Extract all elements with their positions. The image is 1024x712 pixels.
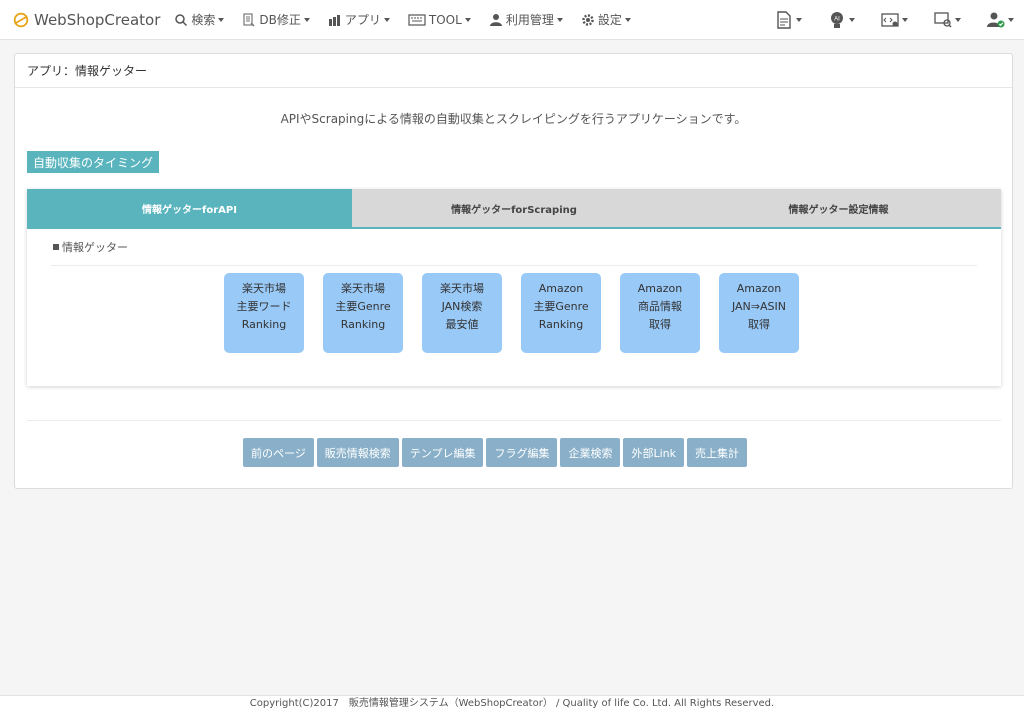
card-amazon-genre-ranking[interactable]: Amazon 主要Genre Ranking [521, 273, 601, 353]
nav-user-management[interactable]: 利用管理 [489, 11, 563, 28]
code-settings-menu[interactable] [881, 11, 908, 29]
card-line: JAN⇒ASIN [731, 300, 786, 313]
app-panel: アプリ：情報ゲッター APIやScrapingによる情報の自動収集とスクレイピン… [14, 53, 1013, 489]
section-label: 情報ゲッター [53, 239, 1001, 255]
nav-settings-label: 設定 [597, 13, 622, 27]
app-icon [328, 13, 342, 27]
top-navbar: WebShopCreator 検索 DB修正 アプリ TOOL 利用管理 設定 … [0, 0, 1024, 40]
sales-summary-button[interactable]: 売上集計 [686, 438, 747, 467]
nav-settings[interactable]: 設定 [581, 11, 631, 28]
card-rakuten-keyword-ranking[interactable]: 楽天市場 主要ワード Ranking [224, 273, 304, 353]
card-line: Ranking [538, 318, 584, 331]
card-rakuten-jan-lowest-price[interactable]: 楽天市場 JAN検索 最安値 [422, 273, 502, 353]
template-edit-button[interactable]: テンプレ編集 [401, 438, 484, 467]
document-menu[interactable] [775, 11, 802, 29]
brand[interactable]: WebShopCreator [12, 11, 160, 29]
nav-apps[interactable]: アプリ [328, 11, 390, 28]
card-line: 主要ワード [236, 300, 292, 313]
nav-db-edit-label: DB修正 [259, 13, 301, 27]
card-amazon-jan-to-asin[interactable]: Amazon JAN⇒ASIN 取得 [719, 273, 799, 353]
chevron-down-icon [218, 17, 225, 22]
account-menu[interactable] [987, 11, 1014, 29]
chevron-down-icon [1008, 18, 1014, 22]
chevron-down-icon [902, 18, 908, 22]
nav-search-label: 検索 [191, 13, 216, 27]
nav-apps-label: アプリ [344, 13, 381, 27]
action-button-row: 前のページ 販売情報検索 テンプレ編集 フラグ編集 企業検索 外部Link 売上… [243, 438, 750, 467]
card-line: Amazon [538, 282, 584, 295]
prev-page-button[interactable]: 前のページ [243, 438, 314, 467]
card-line: 取得 [649, 318, 671, 331]
card-line: 取得 [748, 318, 770, 331]
card-line: 楽天市場 [242, 282, 286, 295]
chevron-down-icon [796, 18, 802, 22]
app-card-list: 楽天市場 主要ワード Ranking 楽天市場 主要Genre Ranking … [224, 273, 818, 353]
nav-db-edit[interactable]: DB修正 [242, 11, 310, 28]
card-line: 最安値 [445, 318, 479, 331]
tab-container: 情報ゲッターforAPI 情報ゲッターforScraping 情報ゲッター設定情… [27, 189, 1001, 386]
user-icon [489, 13, 503, 27]
card-line: Ranking [340, 318, 386, 331]
nav-tool-label: TOOL [428, 12, 462, 27]
card-line: 主要Genre [533, 300, 589, 313]
brand-name: WebShopCreator [34, 10, 161, 29]
chevron-down-icon [464, 17, 471, 22]
card-amazon-product-info[interactable]: Amazon 商品情報 取得 [620, 273, 700, 353]
chat-search-icon [934, 12, 952, 28]
card-line: Amazon [637, 282, 683, 295]
chevron-down-icon [383, 17, 390, 22]
brand-logo-icon [13, 12, 29, 27]
chevron-down-icon [303, 17, 310, 22]
flag-edit-button[interactable]: フラグ編集 [486, 438, 558, 467]
card-line: JAN検索 [441, 300, 483, 313]
navbar-right: AI [749, 0, 1014, 40]
ai-bulb-icon: AI [831, 12, 843, 28]
card-line: 主要Genre [335, 300, 391, 313]
tab-for-scraping[interactable]: 情報ゲッターforScraping [352, 189, 676, 227]
card-line: 楽天市場 [440, 282, 484, 295]
card-rakuten-genre-ranking[interactable]: 楽天市場 主要Genre Ranking [323, 273, 403, 353]
svg-text:AI: AI [834, 17, 840, 23]
card-line: Amazon [736, 282, 782, 295]
gear-icon [581, 13, 595, 27]
chat-search-menu[interactable] [934, 11, 961, 29]
sales-search-button[interactable]: 販売情報検索 [316, 438, 399, 467]
ai-menu[interactable]: AI [828, 11, 855, 29]
keyboard-icon [408, 13, 426, 27]
code-settings-icon [881, 13, 899, 27]
panel-divider [27, 420, 1001, 421]
nav-search[interactable]: 検索 [174, 11, 225, 28]
document-icon [777, 11, 791, 29]
card-line: 楽天市場 [341, 282, 385, 295]
chevron-down-icon [849, 18, 855, 22]
footer-copyright: Copyright(C)2017 販売情報管理システム（WebShopCreat… [0, 695, 1024, 712]
card-line: 商品情報 [638, 300, 682, 313]
database-edit-icon [242, 12, 256, 27]
search-icon [174, 13, 188, 27]
user-check-icon [987, 12, 1005, 28]
auto-collection-timing-label[interactable]: 自動収集のタイミング [27, 151, 160, 173]
nav-tool[interactable]: TOOL [408, 13, 471, 27]
chevron-down-icon [624, 17, 631, 22]
chevron-down-icon [955, 18, 961, 22]
square-bullet-icon [53, 244, 59, 250]
tab-for-api[interactable]: 情報ゲッターforAPI [27, 189, 352, 227]
panel-heading: アプリ：情報ゲッター [15, 54, 1012, 88]
card-line: Ranking [241, 318, 287, 331]
chevron-down-icon [556, 17, 563, 22]
app-description: APIやScrapingによる情報の自動収集とスクレイピングを行うアプリケーショ… [280, 112, 747, 126]
tab-bar: 情報ゲッターforAPI 情報ゲッターforScraping 情報ゲッター設定情… [27, 189, 1001, 229]
section-label-text: 情報ゲッター [62, 241, 128, 254]
tab-settings-info[interactable]: 情報ゲッター設定情報 [676, 189, 1001, 227]
company-search-button[interactable]: 企業検索 [560, 438, 621, 467]
external-link-button[interactable]: 外部Link [623, 438, 684, 467]
nav-user-management-label: 利用管理 [505, 13, 554, 27]
section-divider [51, 265, 977, 266]
